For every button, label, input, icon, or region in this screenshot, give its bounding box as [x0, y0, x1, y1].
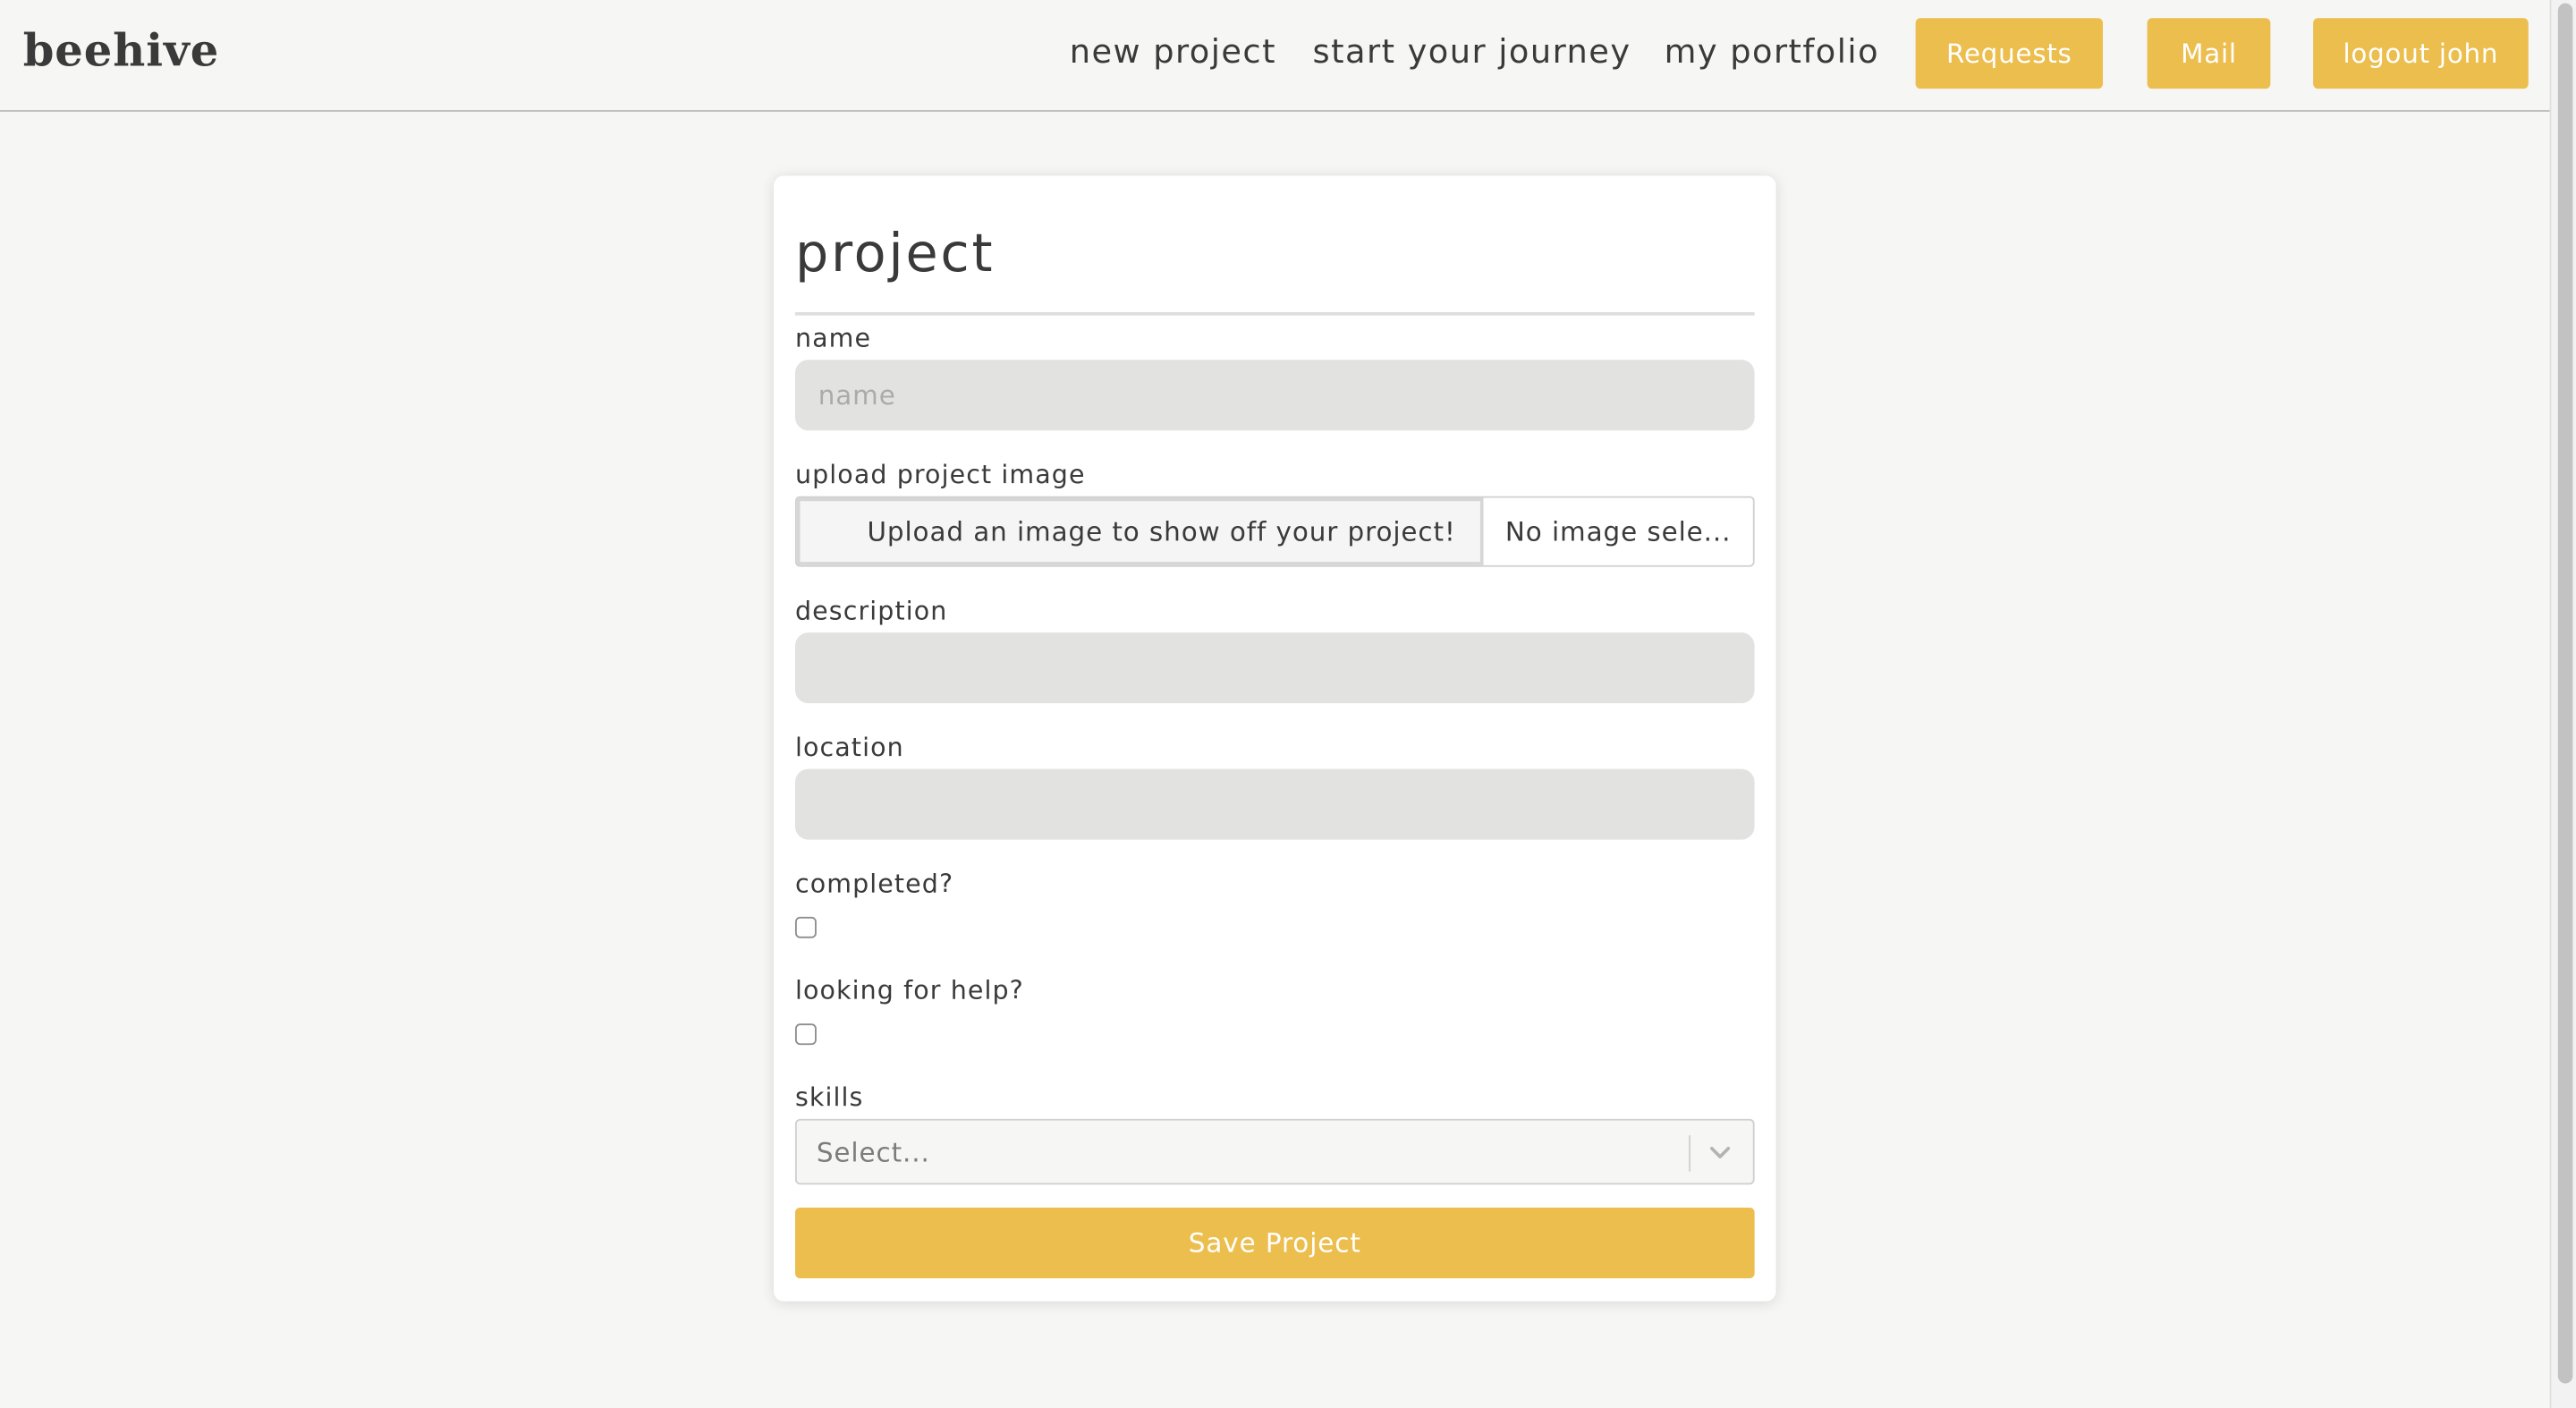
- upload-image-label: upload project image: [794, 460, 1086, 490]
- completed-label: completed?: [794, 869, 954, 899]
- nav-link-my-portfolio[interactable]: my portfolio: [1665, 31, 1879, 71]
- skills-label: skills: [794, 1082, 864, 1113]
- image-upload-group: Upload an image to show off your project…: [794, 496, 1755, 567]
- nav-link-new-project[interactable]: new project: [1070, 31, 1276, 71]
- name-label: name: [794, 323, 872, 353]
- project-form-card: project name upload project image Upload…: [774, 175, 1776, 1302]
- logout-button[interactable]: logout john: [2313, 18, 2529, 89]
- save-project-button[interactable]: Save Project: [794, 1207, 1755, 1278]
- chevron-down-icon[interactable]: [1706, 1141, 1735, 1166]
- completed-checkbox[interactable]: [794, 916, 817, 938]
- navbar: beehive new project start your journey m…: [0, 0, 2550, 112]
- app-root: beehive new project start your journey m…: [0, 0, 2576, 1408]
- upload-status-text: No image sele...: [1483, 497, 1753, 565]
- form-title: project: [794, 221, 996, 284]
- title-divider: [794, 311, 1755, 316]
- upload-image-button[interactable]: Upload an image to show off your project…: [796, 497, 1484, 565]
- nav-link-start-your-journey[interactable]: start your journey: [1313, 31, 1631, 71]
- description-label: description: [794, 596, 948, 626]
- looking-for-help-label: looking for help?: [794, 976, 1024, 1006]
- skills-select-placeholder: Select...: [816, 1137, 930, 1168]
- skills-select[interactable]: Select...: [794, 1118, 1755, 1185]
- select-separator: [1689, 1135, 1690, 1172]
- name-input[interactable]: [794, 360, 1755, 431]
- looking-for-help-checkbox[interactable]: [794, 1023, 817, 1046]
- requests-button[interactable]: Requests: [1915, 18, 2104, 89]
- scrollbar-thumb[interactable]: [2557, 3, 2573, 1384]
- description-input[interactable]: [794, 632, 1755, 704]
- viewport: beehive new project start your journey m…: [0, 0, 2576, 1408]
- page-scrollbar[interactable]: [2549, 0, 2576, 1408]
- location-input[interactable]: [794, 768, 1755, 840]
- mail-button[interactable]: Mail: [2147, 18, 2271, 89]
- brand-logo[interactable]: beehive: [23, 26, 219, 77]
- location-label: location: [794, 733, 904, 763]
